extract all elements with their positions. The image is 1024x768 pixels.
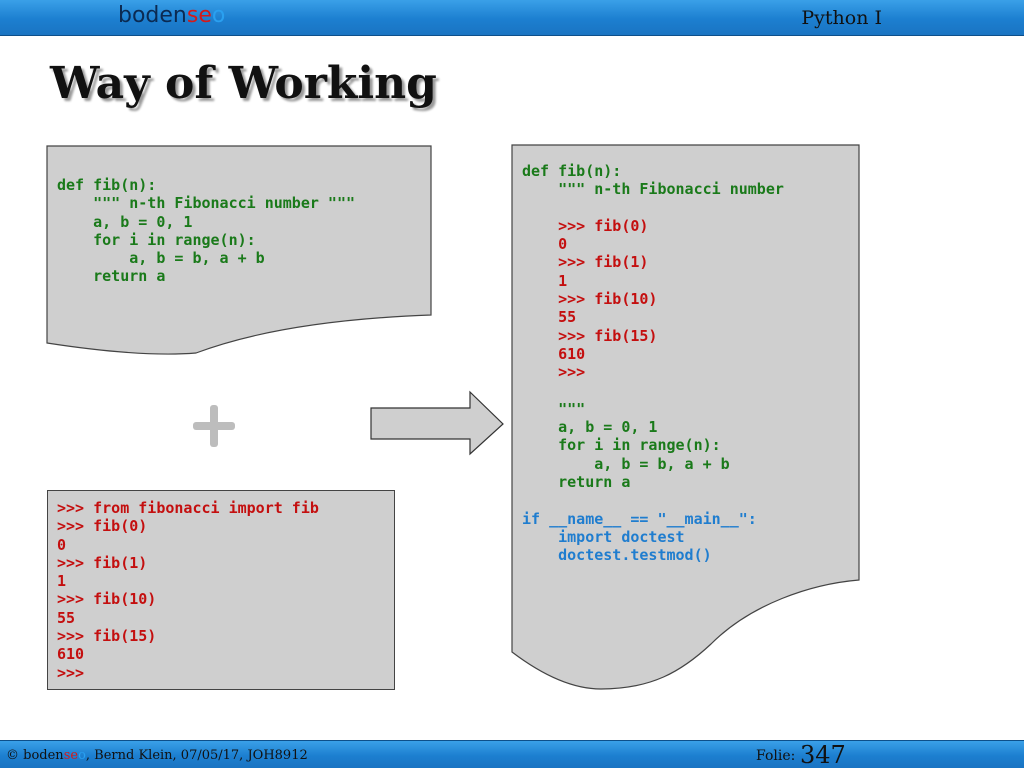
code-line: if __name__ == "__main__": bbox=[522, 509, 757, 528]
bodenseo-logo: bodenseo bbox=[118, 3, 225, 28]
plus-icon bbox=[193, 405, 235, 447]
code-line: 55 bbox=[57, 608, 76, 627]
code-line: 1 bbox=[522, 271, 568, 290]
code-line: a, b = 0, 1 bbox=[522, 418, 658, 437]
code-line: return a bbox=[57, 267, 166, 286]
code-line: 610 bbox=[522, 344, 586, 363]
header-bar: bodenseo Python I bbox=[0, 0, 1024, 36]
code-line: >>> fib(10) bbox=[522, 290, 658, 309]
code-line: >>> fib(1) bbox=[57, 553, 148, 572]
code-line: >>> fib(15) bbox=[57, 627, 157, 646]
footer-bar: © bodenseo, Bernd Klein, 07/05/17, JOH89… bbox=[0, 740, 1024, 768]
code-line: for i in range(n): bbox=[522, 436, 721, 455]
left-bottom-code-lines: >>> from fibonacci import fib >>> fib(0) 0… bbox=[57, 499, 319, 682]
slide-title: Way of Working bbox=[50, 58, 437, 109]
code-line: >>> fib(0) bbox=[57, 517, 148, 536]
code-line: def fib(n): bbox=[522, 162, 622, 180]
logo-part-1: boden bbox=[118, 3, 187, 28]
code-line: >>> from fibonacci import fib bbox=[57, 499, 319, 517]
copyright-symbol: © bbox=[6, 748, 19, 763]
course-title: Python I bbox=[801, 7, 882, 29]
footer-info: © bodenseo, Bernd Klein, 07/05/17, JOH89… bbox=[6, 748, 308, 763]
footer-author-date: , Bernd Klein, 07/05/17, JOH8912 bbox=[85, 748, 308, 763]
code-line: return a bbox=[522, 473, 631, 492]
code-line: >>> bbox=[522, 363, 586, 382]
code-line: a, b = 0, 1 bbox=[57, 212, 193, 231]
code-line: >>> fib(15) bbox=[522, 326, 658, 345]
code-line: a, b = b, a + b bbox=[522, 454, 730, 473]
code-line: """ n-th Fibonacci number """ bbox=[57, 194, 356, 213]
folie-label: Folie: bbox=[756, 748, 796, 764]
logo-part-2: se bbox=[186, 3, 212, 28]
right-arrow-icon bbox=[370, 390, 504, 456]
left-top-code-lines: def fib(n): """ n-th Fibonacci number ""… bbox=[57, 176, 355, 286]
code-line: """ bbox=[522, 399, 586, 418]
code-line: import doctest bbox=[522, 527, 685, 546]
code-line: 1 bbox=[57, 572, 67, 591]
right-code-lines: def fib(n): """ n-th Fibonacci number >>… bbox=[522, 162, 784, 565]
footer-logo-part-3: o bbox=[78, 748, 86, 763]
code-line: >>> fib(1) bbox=[522, 253, 649, 272]
code-line: def fib(n): bbox=[57, 176, 157, 194]
page-number: 347 bbox=[800, 741, 846, 768]
code-line: a, b = b, a + b bbox=[57, 249, 265, 268]
code-line: 0 bbox=[522, 235, 568, 254]
code-line: >>> fib(0) bbox=[522, 216, 649, 235]
code-line: >>> bbox=[57, 663, 85, 682]
code-line: 55 bbox=[522, 308, 577, 327]
code-line: 610 bbox=[57, 645, 85, 664]
code-line: 0 bbox=[57, 535, 67, 554]
footer-logo-part-1: boden bbox=[23, 748, 64, 763]
code-line: >>> fib(10) bbox=[57, 590, 157, 609]
code-line: """ n-th Fibonacci number bbox=[522, 180, 784, 199]
logo-part-3: o bbox=[211, 3, 226, 28]
footer-logo-part-2: se bbox=[63, 748, 79, 763]
code-line: for i in range(n): bbox=[57, 230, 256, 249]
code-line: doctest.testmod() bbox=[522, 546, 712, 565]
